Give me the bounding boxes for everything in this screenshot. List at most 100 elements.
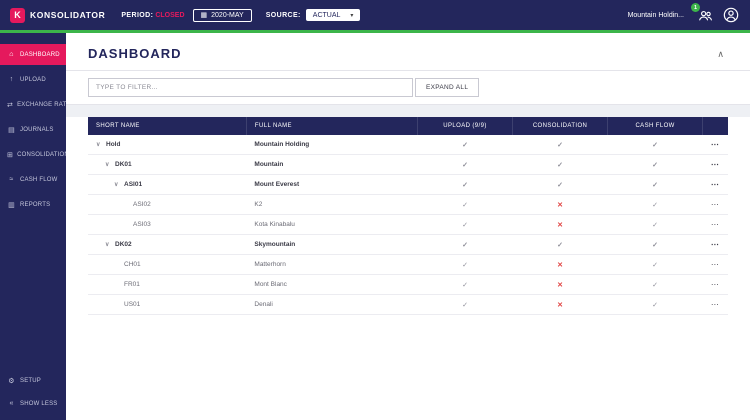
row-menu-button[interactable]: ⋯	[702, 194, 728, 215]
cashflow-status: ✓	[652, 241, 659, 249]
cashflow-status: ✓	[652, 181, 659, 189]
period-selector[interactable]: ▦ 2020-MAY	[192, 8, 252, 22]
short-name: US01	[124, 301, 141, 308]
table-header-row: SHORT NAME FULL NAME UPLOAD (9/9) CONSOLIDA…	[88, 117, 728, 135]
row-menu-button[interactable]: ⋯	[702, 214, 728, 235]
topbar: K KONSOLIDATOR PERIOD: CLOSED ▦ 2020-MAY…	[0, 0, 750, 30]
team-button[interactable]: 1	[691, 3, 714, 24]
table-row[interactable]: US01 Denali ✓ ✕ ✓ ⋯	[88, 294, 728, 315]
entity-table: SHORT NAME FULL NAME UPLOAD (9/9) CONSOLIDA…	[88, 117, 728, 315]
short-name: ASI02	[133, 201, 151, 208]
period-group: PERIOD: CLOSED	[121, 12, 184, 19]
table-row[interactable]: ∨ DK01 Mountain ✓ ✓ ✓ ⋯	[88, 154, 728, 175]
table-row[interactable]: ∨ Hold Mountain Holding ✓ ✓ ✓ ⋯	[88, 135, 728, 155]
sidebar-nav: ⌂ DASHBOARD ↑ UPLOAD ⇄ EXCHANGE RATES ▤ …	[0, 42, 75, 217]
upload-status: ✓	[462, 141, 468, 149]
full-name: K2	[246, 194, 418, 215]
cashflow-status: ✓	[652, 301, 659, 309]
cashflow-status: ✓	[652, 141, 659, 149]
short-name: CH01	[124, 261, 141, 268]
sidebar-item-reports[interactable]: ▥ REPORTS	[0, 192, 66, 217]
sidebar-item-upload[interactable]: ↑ UPLOAD	[0, 67, 66, 92]
user-icon	[723, 7, 739, 23]
full-name: Skymountain	[246, 234, 418, 255]
reports-icon: ▥	[8, 201, 15, 209]
chevron-down-icon[interactable]: ∨	[105, 241, 115, 248]
table-body: ∨ Hold Mountain Holding ✓ ✓ ✓ ⋯ ∨ DK01 M…	[88, 135, 728, 315]
column-header: CASH FLOW	[607, 117, 704, 135]
short-name: Hold	[106, 141, 121, 148]
notification-badge: 1	[691, 3, 700, 12]
cashflow-status: ✓	[652, 261, 659, 269]
table-row[interactable]: ∨ DK02 Skymountain ✓ ✓ ✓ ⋯	[88, 234, 728, 255]
upload-status: ✓	[462, 181, 468, 189]
sidebar-item-exchange-rates[interactable]: ⇄ EXCHANGE RATES	[0, 92, 75, 117]
period-value: 2020-MAY	[211, 11, 244, 19]
full-name: Mount Everest	[246, 174, 418, 195]
cashflow-status: ✓	[652, 161, 659, 169]
full-name: Denali	[246, 294, 418, 315]
cashflow-icon: ≈	[9, 176, 14, 183]
row-menu-button[interactable]: ⋯	[702, 234, 728, 255]
company-name: Mountain Holdin...	[627, 11, 684, 19]
sidebar: ⌂ DASHBOARD ↑ UPLOAD ⇄ EXCHANGE RATES ▤ …	[0, 33, 75, 420]
short-name: FR01	[124, 281, 140, 288]
row-menu-button[interactable]: ⋯	[702, 274, 728, 295]
konsolidator-logo: K KONSOLIDATOR	[10, 7, 105, 23]
consolidation-status: ✓	[557, 241, 563, 249]
sidebar-item-setup[interactable]: ⚙ SETUP	[0, 369, 66, 392]
full-name: Mountain Holding	[246, 135, 418, 155]
consolidation-status: ✓	[557, 161, 563, 169]
column-header: UPLOAD (9/9)	[417, 117, 514, 135]
cashflow-status: ✓	[652, 221, 659, 229]
table-row[interactable]: ∨ ASI01 Mount Everest ✓ ✓ ✓ ⋯	[88, 174, 728, 195]
source-group: SOURCE: ACTUAL ▾	[266, 9, 361, 21]
consolidation-status: ✕	[557, 261, 563, 269]
sidebar-item-label: SETUP	[20, 377, 42, 384]
table-row[interactable]: ASI02 K2 ✓ ✕ ✓ ⋯	[88, 194, 728, 215]
row-menu-button[interactable]: ⋯	[702, 154, 728, 175]
sidebar-item-dashboard[interactable]: ⌂ DASHBOARD	[0, 44, 66, 65]
page-title: DASHBOARD	[88, 46, 182, 61]
sidebar-item-label: REPORTS	[20, 201, 51, 208]
column-header: FULL NAME	[246, 117, 418, 135]
cashflow-status: ✓	[652, 281, 659, 289]
row-menu-button[interactable]: ⋯	[702, 254, 728, 275]
table-row[interactable]: CH01 Matterhorn ✓ ✕ ✓ ⋯	[88, 254, 728, 275]
titlebar: DASHBOARD	[66, 33, 750, 70]
sidebar-item-show-less[interactable]: « SHOW LESS	[0, 392, 66, 415]
upload-status: ✓	[462, 201, 468, 209]
chevron-down-icon[interactable]: ∨	[114, 181, 124, 188]
sidebar-item-label: SHOW LESS	[20, 400, 58, 407]
upload-icon: ↑	[9, 76, 14, 83]
sidebar-item-consolidation[interactable]: ⊞ CONSOLIDATION	[0, 142, 69, 167]
short-name: DK02	[115, 241, 132, 248]
account-button[interactable]	[722, 6, 740, 24]
logo-icon: K	[10, 7, 25, 23]
row-menu-button[interactable]: ⋯	[702, 294, 728, 315]
collapse-left-icon: «	[9, 400, 14, 407]
calendar-icon: ▦	[200, 11, 208, 19]
collapse-panel-icon[interactable]: ∧	[717, 49, 724, 60]
cashflow-status: ✓	[652, 201, 659, 209]
source-select[interactable]: ACTUAL ▾	[305, 9, 361, 21]
expand-all-button[interactable]: EXPAND ALL	[415, 78, 480, 97]
short-name: ASI03	[133, 221, 151, 228]
upload-status: ✓	[462, 261, 468, 269]
short-name: DK01	[115, 161, 132, 168]
row-menu-button[interactable]: ⋯	[702, 174, 728, 195]
upload-status: ✓	[462, 221, 468, 229]
sidebar-item-label: DASHBOARD	[20, 51, 60, 58]
table-row[interactable]: FR01 Mont Blanc ✓ ✕ ✓ ⋯	[88, 274, 728, 295]
chevron-down-icon[interactable]: ∨	[96, 141, 106, 148]
chevron-down-icon[interactable]: ∨	[105, 161, 115, 168]
table-row[interactable]: ASI03 Kota Kinabalu ✓ ✕ ✓ ⋯	[88, 214, 728, 235]
sidebar-item-cash-flow[interactable]: ≈ CASH FLOW	[0, 167, 66, 192]
sidebar-item-journals[interactable]: ▤ JOURNALS	[0, 117, 66, 142]
sidebar-item-label: CONSOLIDATION	[17, 151, 69, 158]
column-header-actions	[702, 117, 728, 135]
filter-input[interactable]	[88, 78, 413, 97]
row-menu-button[interactable]: ⋯	[702, 135, 728, 155]
